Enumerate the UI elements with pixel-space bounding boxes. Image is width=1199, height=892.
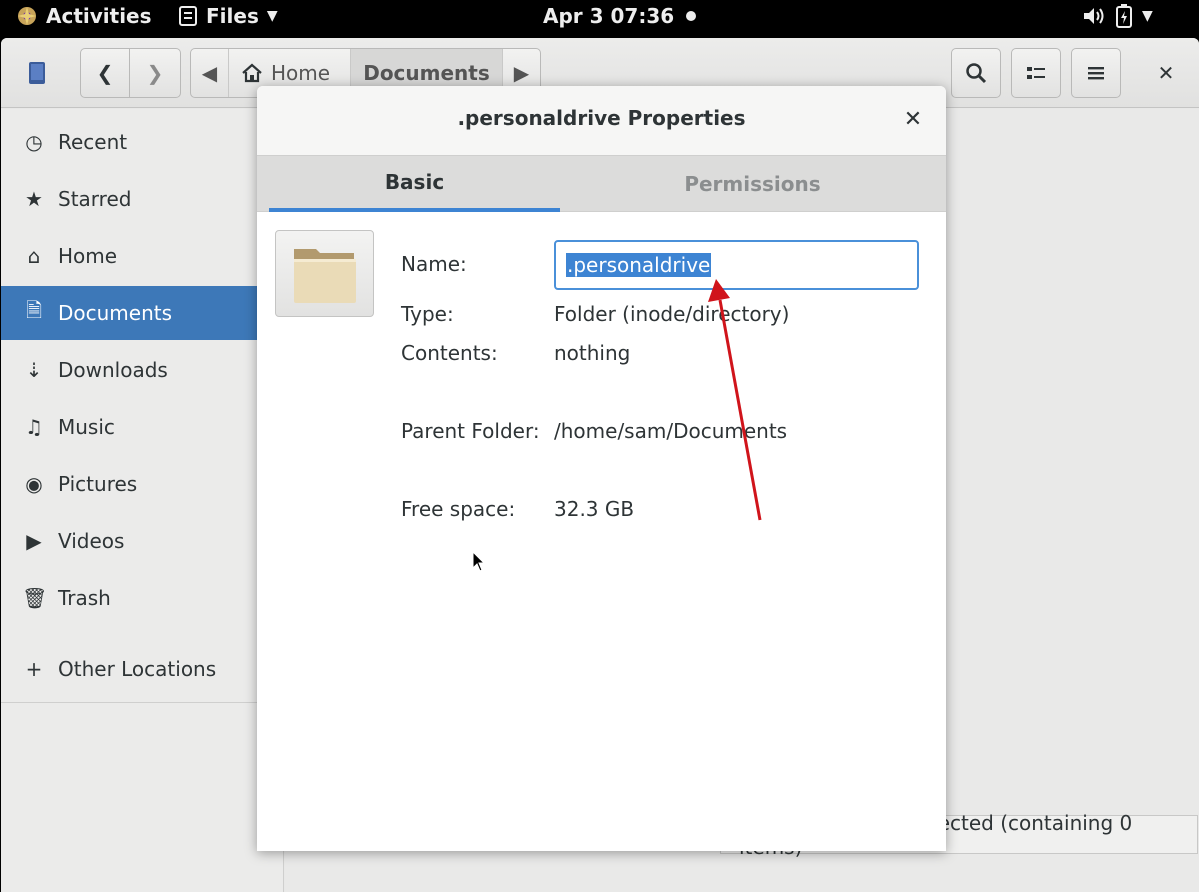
folder-icon-button[interactable] <box>275 230 374 317</box>
sidebar-item-other-locations[interactable]: + Other Locations <box>1 642 284 696</box>
sidebar-item-label: Documents <box>58 301 173 325</box>
type-value: Folder (inode/directory) <box>554 302 790 326</box>
camera-icon: ◉ <box>25 472 43 496</box>
clock-label: Apr 3 07:36 <box>543 4 675 28</box>
sidebar-item-label: Videos <box>58 529 125 553</box>
folder-icon <box>293 248 356 303</box>
music-icon: ♫ <box>25 415 43 439</box>
triangle-left-icon: ◀ <box>201 61 218 85</box>
home-icon <box>242 63 262 83</box>
sidebar-item-label: Downloads <box>58 358 168 382</box>
type-label: Type: <box>401 302 454 326</box>
dialog-header: .personaldrive Properties ✕ <box>257 86 946 156</box>
parent-folder-label: Parent Folder: <box>401 419 540 443</box>
sidebar-divider <box>1 702 284 703</box>
triangle-right-icon: ▶ <box>513 61 530 85</box>
sidebar: ◷ Recent ★ Starred ⌂ Home 🗎 Documents ⇣ … <box>1 109 284 892</box>
sidebar-item-starred[interactable]: ★ Starred <box>1 172 284 226</box>
sidebar-toggle-button[interactable] <box>21 48 53 98</box>
dialog-title: .personaldrive Properties <box>457 106 746 130</box>
contents-label: Contents: <box>401 341 498 365</box>
plus-icon: + <box>25 657 43 681</box>
close-icon: ✕ <box>1157 61 1175 85</box>
sidebar-item-videos[interactable]: ▶ Videos <box>1 514 284 568</box>
contents-value: nothing <box>554 341 631 365</box>
free-space-label: Free space: <box>401 497 516 521</box>
window-close-button[interactable]: ✕ <box>1141 48 1191 98</box>
sidebar-item-pictures[interactable]: ◉ Pictures <box>1 457 284 511</box>
search-button[interactable] <box>951 48 1001 98</box>
top-bar: Activities Files ▼ Apr 3 07:36 ▼ <box>0 0 1199 36</box>
sidebar-item-label: Pictures <box>58 472 138 496</box>
activities-logo-icon <box>18 7 36 25</box>
home-icon: ⌂ <box>27 244 41 268</box>
path-item-label: Documents <box>363 61 490 85</box>
download-icon: ⇣ <box>25 358 43 382</box>
sidebar-item-home[interactable]: ⌂ Home <box>1 229 284 283</box>
activities-button[interactable]: Activities <box>16 4 152 28</box>
tab-permissions[interactable]: Permissions <box>607 156 898 212</box>
clock-icon: ◷ <box>25 130 43 154</box>
chevron-right-icon: ❯ <box>146 61 164 85</box>
sidebar-item-trash[interactable]: 🗑 Trash <box>1 571 284 625</box>
clock[interactable]: Apr 3 07:36 <box>543 4 697 28</box>
name-label: Name: <box>401 252 467 276</box>
battery-icon <box>1116 4 1132 28</box>
system-tray[interactable]: ▼ <box>1082 4 1153 28</box>
sidebar-item-label: Recent <box>58 130 128 154</box>
name-input[interactable]: .personaldrive <box>554 240 919 290</box>
files-app-icon <box>179 6 197 26</box>
list-view-icon <box>1027 67 1045 79</box>
forward-button[interactable]: ❯ <box>129 48 181 98</box>
sidebar-item-recent[interactable]: ◷ Recent <box>1 115 284 169</box>
sidebar-item-label: Starred <box>58 187 132 211</box>
notification-dot-icon <box>686 11 697 21</box>
sidebar-item-label: Trash <box>58 586 111 610</box>
back-button[interactable]: ❮ <box>80 48 130 98</box>
dialog-close-button[interactable]: ✕ <box>898 104 928 134</box>
app-menu[interactable]: Files ▼ <box>178 4 278 28</box>
menu-button[interactable] <box>1071 48 1121 98</box>
activities-label: Activities <box>46 4 152 28</box>
close-icon: ✕ <box>903 106 923 132</box>
sidebar-item-music[interactable]: ♫ Music <box>1 400 284 454</box>
parent-folder-value[interactable]: /home/sam/Documents <box>554 419 787 443</box>
chevron-left-icon: ❮ <box>96 61 114 85</box>
star-icon: ★ <box>25 187 43 211</box>
sidebar-item-label: Home <box>58 244 118 268</box>
properties-dialog: .personaldrive Properties ✕ Basic Permis… <box>257 86 946 851</box>
search-icon <box>966 63 987 84</box>
hamburger-icon <box>1088 67 1104 80</box>
app-menu-label: Files <box>206 4 259 28</box>
sidebar-item-label: Music <box>58 415 115 439</box>
video-icon: ▶ <box>26 529 42 553</box>
drive-icon <box>29 62 45 84</box>
path-scroll-left-button[interactable]: ◀ <box>191 49 229 97</box>
chevron-down-icon: ▼ <box>1142 8 1153 24</box>
mouse-pointer-icon <box>472 551 486 572</box>
trash-icon: 🗑 <box>22 586 48 610</box>
sidebar-item-downloads[interactable]: ⇣ Downloads <box>1 343 284 397</box>
document-icon: 🗎 <box>25 298 43 322</box>
view-toggle-button[interactable] <box>1011 48 1061 98</box>
volume-icon <box>1084 8 1104 24</box>
sidebar-item-documents[interactable]: 🗎 Documents <box>1 286 284 340</box>
tab-basic[interactable]: Basic <box>269 156 560 212</box>
dialog-tabs: Basic Permissions <box>257 156 946 212</box>
name-input-value: .personaldrive <box>566 253 712 277</box>
free-space-value: 32.3 GB <box>554 497 635 521</box>
sidebar-item-label: Other Locations <box>58 657 217 681</box>
chevron-down-icon: ▼ <box>266 8 278 24</box>
path-item-label: Home <box>271 61 331 85</box>
